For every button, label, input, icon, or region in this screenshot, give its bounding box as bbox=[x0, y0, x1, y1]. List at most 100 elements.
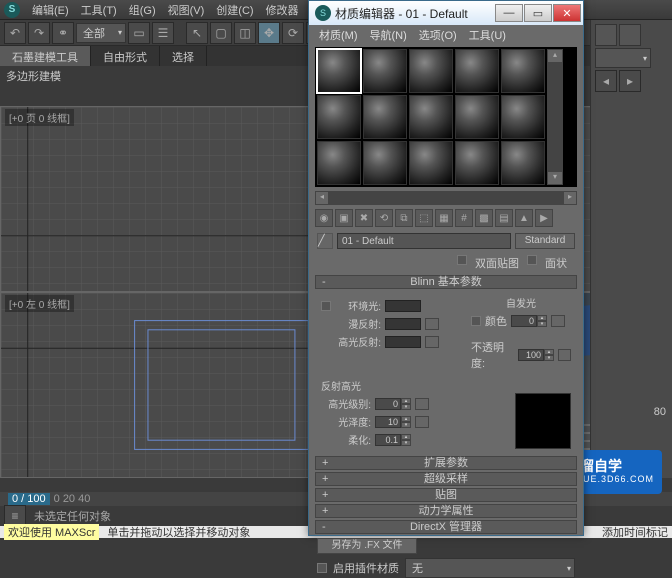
save-fx-button[interactable]: 另存为 .FX 文件 bbox=[317, 538, 417, 554]
scroll-up-icon[interactable]: ▴ bbox=[547, 49, 563, 63]
nav-prev-icon[interactable]: ◂ bbox=[595, 70, 617, 92]
scroll-down-icon[interactable]: ▾ bbox=[547, 171, 563, 185]
sample-slot-8[interactable] bbox=[409, 95, 453, 139]
opacity-map-button[interactable] bbox=[558, 349, 571, 361]
rotate-button[interactable]: ⟳ bbox=[282, 22, 304, 44]
dlg-menu-options[interactable]: 选项(O) bbox=[413, 25, 463, 43]
menu-group[interactable]: 组(G) bbox=[123, 0, 162, 20]
specular-map-button[interactable] bbox=[425, 336, 439, 348]
link-button[interactable]: ⚭ bbox=[52, 22, 74, 44]
close-button[interactable]: ✕ bbox=[553, 4, 581, 22]
dlg-menu-material[interactable]: 材质(M) bbox=[313, 25, 364, 43]
ribbon-tab-graphite[interactable]: 石墨建模工具 bbox=[0, 46, 91, 66]
dlg-menu-tools[interactable]: 工具(U) bbox=[463, 25, 512, 43]
rollout-extended[interactable]: +扩展参数 bbox=[315, 456, 577, 470]
undo-button[interactable]: ↶ bbox=[4, 22, 26, 44]
ribbon-tab-select[interactable]: 选择 bbox=[160, 46, 207, 66]
redo-button[interactable]: ↷ bbox=[28, 22, 50, 44]
sample-slot-6[interactable] bbox=[317, 95, 361, 139]
soften-spinner[interactable]: ▴▾ bbox=[375, 434, 411, 446]
cmd-tab-modify[interactable] bbox=[619, 24, 641, 46]
go-parent-icon[interactable]: ▲ bbox=[515, 209, 533, 227]
nav-next-icon[interactable]: ▸ bbox=[619, 70, 641, 92]
move-button[interactable]: ✥ bbox=[258, 22, 280, 44]
select-name-button[interactable]: ☰ bbox=[152, 22, 174, 44]
go-sibling-icon[interactable]: ▶ bbox=[535, 209, 553, 227]
sample-slot-11[interactable] bbox=[317, 141, 361, 185]
plugin-combo[interactable]: 无 bbox=[405, 558, 575, 578]
viewport-left-label[interactable]: [+0 左 0 线框] bbox=[5, 295, 74, 312]
ambient-lock-checkbox[interactable] bbox=[321, 301, 331, 311]
dlg-menu-nav[interactable]: 导航(N) bbox=[364, 25, 413, 43]
minimize-button[interactable]: — bbox=[495, 4, 523, 22]
spec-level-spinner[interactable]: ▴▾ bbox=[375, 398, 411, 410]
window-cross-button[interactable]: ◫ bbox=[234, 22, 256, 44]
assign-icon[interactable]: ✖ bbox=[355, 209, 373, 227]
menu-view[interactable]: 视图(V) bbox=[162, 0, 211, 20]
viewport-top-label[interactable]: [+0 页 0 线框] bbox=[5, 109, 74, 126]
reset-icon[interactable]: ⟲ bbox=[375, 209, 393, 227]
sample-slot-2[interactable] bbox=[363, 49, 407, 93]
rollout-maps[interactable]: +贴图 bbox=[315, 488, 577, 502]
slot-vscroll[interactable]: ▴ ▾ bbox=[547, 49, 563, 185]
gloss-spinner[interactable]: ▴▾ bbox=[375, 416, 411, 428]
rollout-supersampling[interactable]: +超级采样 bbox=[315, 472, 577, 486]
sample-slot-5[interactable] bbox=[501, 49, 545, 93]
menu-tools[interactable]: 工具(T) bbox=[75, 0, 123, 20]
scroll-left-icon[interactable]: ◂ bbox=[315, 191, 329, 205]
cmd-tab-create[interactable] bbox=[595, 24, 617, 46]
app-icon[interactable]: S bbox=[4, 2, 20, 18]
sample-slot-1[interactable] bbox=[317, 49, 361, 93]
sample-slot-12[interactable] bbox=[363, 141, 407, 185]
get-material-icon[interactable]: ◉ bbox=[315, 209, 333, 227]
select-button[interactable]: ▭ bbox=[128, 22, 150, 44]
selection-filter-combo[interactable]: 全部 bbox=[76, 23, 126, 43]
opacity-spinner[interactable]: ▴▾ bbox=[518, 349, 554, 361]
make-copy-icon[interactable]: ⧉ bbox=[395, 209, 413, 227]
rollout-directx[interactable]: -DirectX 管理器 bbox=[315, 520, 577, 534]
material-name-field[interactable]: 01 - Default bbox=[337, 233, 511, 249]
viewport-top[interactable]: [+0 页 0 线框] bbox=[0, 106, 336, 292]
selfillum-color-checkbox[interactable] bbox=[471, 316, 481, 326]
twosided-checkbox[interactable] bbox=[457, 255, 467, 265]
sample-slot-9[interactable] bbox=[455, 95, 499, 139]
specular-color-swatch[interactable] bbox=[385, 336, 421, 348]
rect-select-button[interactable]: ▢ bbox=[210, 22, 232, 44]
sample-slot-13[interactable] bbox=[409, 141, 453, 185]
sample-slot-10[interactable] bbox=[501, 95, 545, 139]
menu-create[interactable]: 创建(C) bbox=[210, 0, 259, 20]
maximize-button[interactable]: ▭ bbox=[524, 4, 552, 22]
put-library-icon[interactable]: ▦ bbox=[435, 209, 453, 227]
sample-slot-3[interactable] bbox=[409, 49, 453, 93]
faceted-checkbox[interactable] bbox=[527, 255, 537, 265]
rollout-dynamics[interactable]: +动力学属性 bbox=[315, 504, 577, 518]
selfillum-map-button[interactable] bbox=[551, 315, 565, 327]
show-end-icon[interactable]: ▤ bbox=[495, 209, 513, 227]
sample-slot-4[interactable] bbox=[455, 49, 499, 93]
ribbon-tab-freeform[interactable]: 自由形式 bbox=[91, 46, 160, 66]
menu-modifiers[interactable]: 修改器 bbox=[260, 0, 305, 20]
sample-slot-15[interactable] bbox=[501, 141, 545, 185]
viewport-left[interactable]: [+0 左 0 线框] bbox=[0, 292, 336, 478]
cmd-combo[interactable] bbox=[595, 48, 651, 68]
slot-hscroll[interactable]: ◂ ▸ bbox=[315, 191, 577, 205]
arrow-button[interactable]: ↖ bbox=[186, 22, 208, 44]
scroll-right-icon[interactable]: ▸ bbox=[563, 191, 577, 205]
gloss-map-button[interactable] bbox=[415, 416, 429, 428]
selfillum-spinner[interactable]: ▴▾ bbox=[511, 315, 547, 327]
diffuse-map-button[interactable] bbox=[425, 318, 439, 330]
dialog-titlebar[interactable]: S 材质编辑器 - 01 - Default — ▭ ✕ bbox=[309, 1, 583, 25]
put-to-scene-icon[interactable]: ▣ bbox=[335, 209, 353, 227]
sample-slot-14[interactable] bbox=[455, 141, 499, 185]
eyedropper-icon[interactable]: ╱ bbox=[317, 233, 333, 249]
spec-level-map-button[interactable] bbox=[415, 398, 429, 410]
menu-edit[interactable]: 编辑(E) bbox=[26, 0, 75, 20]
make-unique-icon[interactable]: ⬚ bbox=[415, 209, 433, 227]
ambient-color-swatch[interactable] bbox=[385, 300, 421, 312]
matid-icon[interactable]: # bbox=[455, 209, 473, 227]
diffuse-color-swatch[interactable] bbox=[385, 318, 421, 330]
enable-plugin-checkbox[interactable] bbox=[317, 563, 327, 573]
show-map-icon[interactable]: ▩ bbox=[475, 209, 493, 227]
material-type-button[interactable]: Standard bbox=[515, 233, 575, 249]
sample-slot-7[interactable] bbox=[363, 95, 407, 139]
